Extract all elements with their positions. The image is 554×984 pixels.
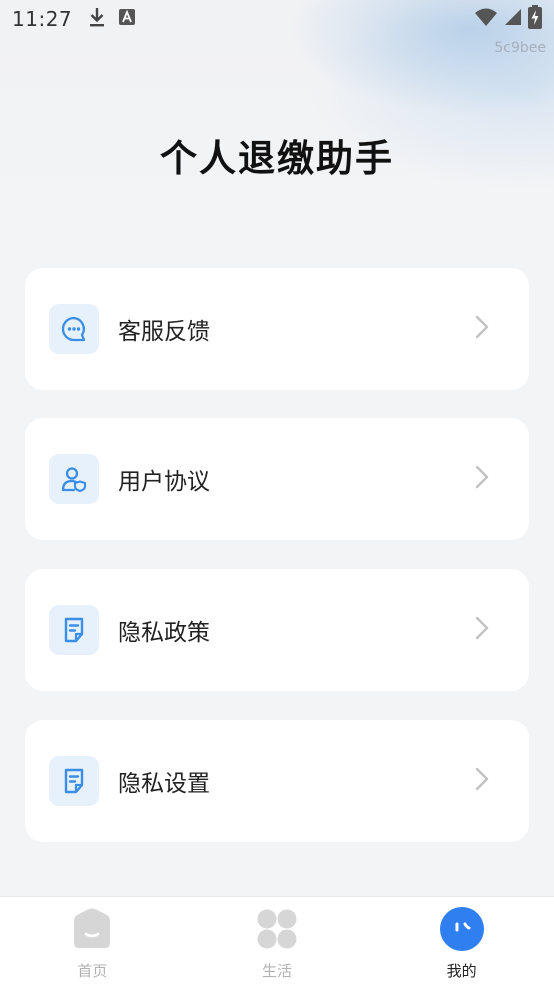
status-system-icons [474,5,542,33]
menu-item-privacy-settings[interactable]: 隐私设置 [25,720,529,842]
chat-icon [49,304,99,354]
chevron-right-icon [475,616,489,644]
grid-icon [255,907,299,955]
menu-item-label: 隐私设置 [118,771,210,797]
chevron-right-icon [475,767,489,795]
document-icon [49,756,99,806]
tab-label: 我的 [446,962,477,980]
status-bar: 11:27 [0,0,554,38]
tab-mine[interactable]: 我的 [369,897,554,984]
download-icon [88,6,106,32]
tab-label: 生活 [262,962,293,980]
page-title: 个人退缴助手 [160,137,394,180]
menu-item-feedback[interactable]: 客服反馈 [25,268,529,390]
build-id: 5c9bee [494,40,546,56]
tab-home[interactable]: 首页 [0,897,185,984]
a-app-icon [118,8,136,30]
battery-charging-icon [528,5,542,33]
signal-icon [504,8,522,30]
tab-label: 首页 [77,962,108,980]
chevron-right-icon [475,315,489,343]
menu-item-user-agreement[interactable]: 用户协议 [25,418,529,540]
document-icon [49,605,99,655]
home-icon [70,907,114,955]
bottom-tab-bar: 首页 生活 我的 [0,896,554,984]
status-time: 11:27 [12,7,73,31]
menu-item-label: 隐私政策 [118,620,210,646]
menu-item-privacy-policy[interactable]: 隐私政策 [25,569,529,691]
chevron-right-icon [475,465,489,493]
profile-face-icon [439,907,485,955]
wifi-icon [474,7,498,31]
menu-item-label: 客服反馈 [118,319,210,345]
menu-item-label: 用户协议 [118,469,210,495]
tab-life[interactable]: 生活 [185,897,370,984]
user-shield-icon [49,454,99,504]
status-notifications [88,6,136,32]
